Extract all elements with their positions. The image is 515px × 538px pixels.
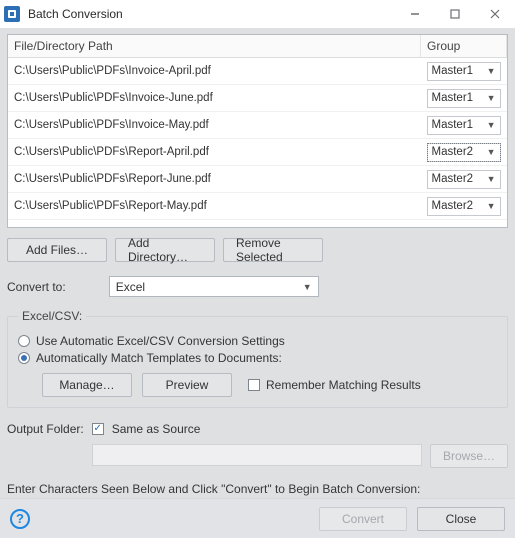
- convert-button[interactable]: Convert: [319, 507, 407, 531]
- browse-button[interactable]: Browse…: [430, 444, 508, 468]
- same-as-source-label: Same as Source: [112, 422, 201, 436]
- group-select-value: Master2: [432, 146, 474, 158]
- cell-path: C:\Users\Public\PDFs\Invoice-June.pdf: [8, 85, 421, 112]
- remove-selected-button[interactable]: Remove Selected: [223, 238, 323, 262]
- group-select[interactable]: Master2 ▼: [427, 170, 501, 189]
- group-select-value: Master2: [432, 200, 474, 212]
- title-bar: Batch Conversion: [0, 0, 515, 28]
- group-select[interactable]: Master2 ▼: [427, 197, 501, 216]
- convert-to-select[interactable]: Excel ▼: [109, 276, 319, 297]
- cell-path: C:\Users\Public\PDFs\Invoice-April.pdf: [8, 58, 421, 85]
- cell-path: C:\Users\Public\PDFs\Report-May.pdf: [8, 193, 421, 220]
- cell-group: Master2 ▼: [421, 193, 507, 220]
- group-select[interactable]: Master1 ▼: [427, 89, 501, 108]
- cell-group: Master1 ▼: [421, 85, 507, 112]
- chevron-down-icon: ▼: [487, 93, 496, 103]
- table-row[interactable]: C:\Users\Public\PDFs\Report-April.pdf Mas…: [8, 139, 507, 166]
- radio-match-templates[interactable]: [18, 352, 30, 364]
- close-button[interactable]: Close: [417, 507, 505, 531]
- col-header-group[interactable]: Group: [421, 35, 507, 58]
- group-select[interactable]: Master1 ▼: [427, 62, 501, 81]
- table-row[interactable]: C:\Users\Public\PDFs\Invoice-June.pdf Mas…: [8, 85, 507, 112]
- maximize-button[interactable]: [435, 0, 475, 28]
- table-row[interactable]: C:\Users\Public\PDFs\Invoice-May.pdf Mast…: [8, 112, 507, 139]
- preview-button[interactable]: Preview: [142, 373, 232, 397]
- table-row[interactable]: C:\Users\Public\PDFs\Invoice-April.pdf Ma…: [8, 58, 507, 85]
- chevron-down-icon: ▼: [487, 174, 496, 184]
- table-row[interactable]: C:\Users\Public\PDFs\Report-June.pdf Mast…: [8, 166, 507, 193]
- col-header-path[interactable]: File/Directory Path: [8, 35, 421, 58]
- group-select-value: Master1: [432, 92, 474, 104]
- files-grid[interactable]: File/Directory Path Group C:\Users\Publi…: [7, 34, 508, 228]
- close-window-button[interactable]: [475, 0, 515, 28]
- radio-match-label: Automatically Match Templates to Documen…: [36, 351, 282, 365]
- radio-auto-settings[interactable]: [18, 335, 30, 347]
- convert-to-value: Excel: [116, 280, 145, 294]
- chevron-down-icon: ▼: [303, 282, 312, 292]
- cell-group: Master2 ▼: [421, 139, 507, 166]
- app-icon: [4, 6, 20, 22]
- add-files-button[interactable]: Add Files…: [7, 238, 107, 262]
- cell-path: C:\Users\Public\PDFs\Report-June.pdf: [8, 166, 421, 193]
- cell-path: C:\Users\Public\PDFs\Report-April.pdf: [8, 139, 421, 166]
- chevron-down-icon: ▼: [487, 201, 496, 211]
- remember-matching-label: Remember Matching Results: [266, 378, 421, 392]
- group-select[interactable]: Master1 ▼: [427, 116, 501, 135]
- minimize-button[interactable]: [395, 0, 435, 28]
- group-select-value: Master1: [432, 65, 474, 77]
- excel-csv-legend: Excel/CSV:: [18, 309, 86, 323]
- chevron-down-icon: ▼: [487, 66, 496, 76]
- remember-matching-checkbox[interactable]: [248, 379, 260, 391]
- add-directory-button[interactable]: Add Directory…: [115, 238, 215, 262]
- manage-button[interactable]: Manage…: [42, 373, 132, 397]
- cell-group: Master2 ▼: [421, 166, 507, 193]
- window-title: Batch Conversion: [28, 7, 395, 21]
- radio-auto-label: Use Automatic Excel/CSV Conversion Setti…: [36, 334, 285, 348]
- help-icon[interactable]: ?: [10, 509, 30, 529]
- output-folder-field[interactable]: [92, 444, 422, 466]
- excel-csv-group: Excel/CSV: Use Automatic Excel/CSV Conve…: [7, 309, 508, 408]
- output-folder-label: Output Folder:: [7, 422, 84, 436]
- group-select[interactable]: Master2 ▼: [427, 143, 501, 162]
- dialog-footer: ? Convert Close: [0, 498, 515, 538]
- same-as-source-checkbox[interactable]: ✓: [92, 423, 104, 435]
- group-select-value: Master2: [432, 173, 474, 185]
- cell-group: Master1 ▼: [421, 58, 507, 85]
- cell-path: C:\Users\Public\PDFs\Invoice-May.pdf: [8, 112, 421, 139]
- captcha-prompt: Enter Characters Seen Below and Click "C…: [7, 482, 508, 496]
- chevron-down-icon: ▼: [487, 147, 496, 157]
- table-row[interactable]: C:\Users\Public\PDFs\Report-May.pdf Maste…: [8, 193, 507, 220]
- group-select-value: Master1: [432, 119, 474, 131]
- chevron-down-icon: ▼: [487, 120, 496, 130]
- cell-group: Master1 ▼: [421, 112, 507, 139]
- convert-to-label: Convert to:: [7, 280, 66, 294]
